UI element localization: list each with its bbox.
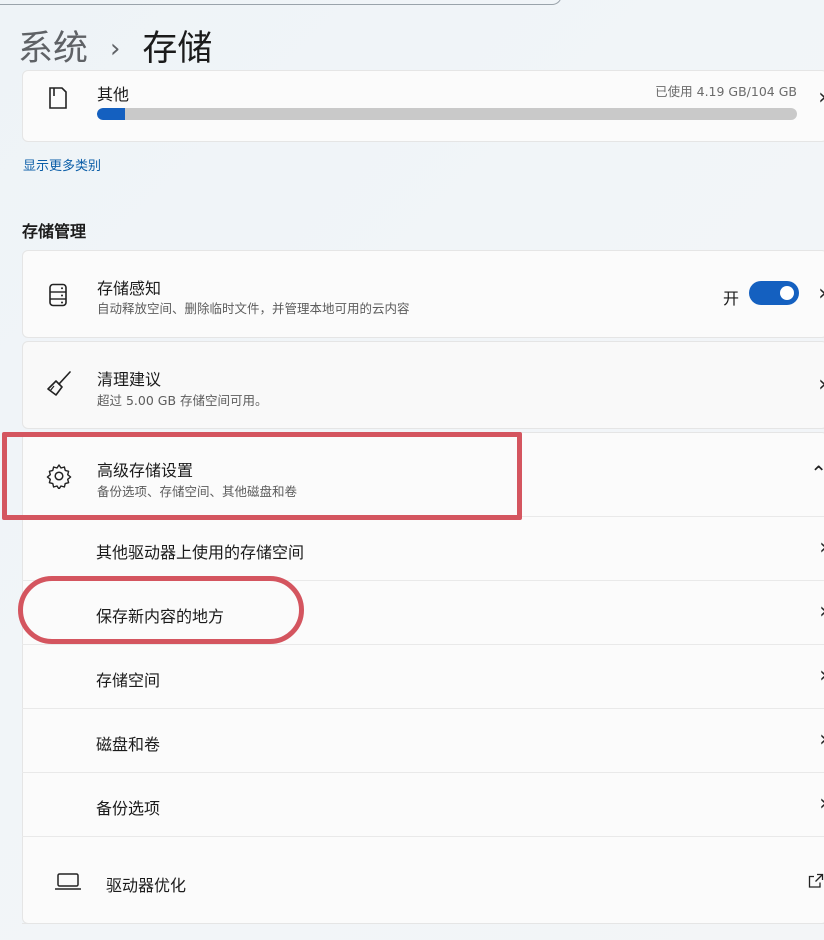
chevron-right-icon: › xyxy=(819,791,824,816)
list-item-storage-spaces[interactable]: 存储空间 › xyxy=(22,644,824,709)
show-more-categories-link[interactable]: 显示更多类别 xyxy=(23,155,101,174)
breadcrumb: 系统 › 存储 xyxy=(18,26,212,72)
cleanup-title: 清理建议 xyxy=(97,370,162,389)
storage-sense-icon xyxy=(49,283,67,307)
chevron-right-icon: › xyxy=(818,372,824,397)
chevron-right-icon: › xyxy=(819,663,824,688)
list-item-other-drives[interactable]: 其他驱动器上使用的存储空间 › xyxy=(22,516,824,581)
list-item-disks-volumes[interactable]: 磁盘和卷 › xyxy=(22,708,824,773)
toggle-label: 开 xyxy=(722,289,739,308)
phone-storage-icon xyxy=(49,87,67,109)
category-label: 其他 xyxy=(97,85,130,104)
chevron-right-icon: › xyxy=(819,727,824,752)
highlight-rectangle xyxy=(2,432,522,520)
list-item-label: 备份选项 xyxy=(96,799,161,818)
window-edge xyxy=(0,0,562,5)
page-title: 存储 xyxy=(142,29,213,69)
chevron-up-icon: ⌃ xyxy=(810,461,824,485)
category-other[interactable]: 其他 已使用 4.19 GB/104 GB › xyxy=(22,70,824,142)
cleanup-card[interactable]: 清理建议 超过 5.00 GB 存储空间可用。 › xyxy=(22,341,824,429)
laptop-icon xyxy=(55,873,81,890)
broom-icon xyxy=(47,371,71,396)
highlight-oval xyxy=(18,576,304,644)
chevron-right-icon: › xyxy=(819,535,824,560)
breadcrumb-separator: › xyxy=(110,34,121,64)
list-item-label: 磁盘和卷 xyxy=(96,735,161,754)
storage-sense-card[interactable]: 存储感知 自动释放空间、删除临时文件，并管理本地可用的云内容 开 › xyxy=(22,250,824,338)
category-usage: 已使用 4.19 GB/104 GB xyxy=(655,84,797,99)
usage-bar xyxy=(97,108,797,120)
storage-sense-subtitle: 自动释放空间、删除临时文件，并管理本地可用的云内容 xyxy=(97,301,410,316)
list-item-label: 驱动器优化 xyxy=(106,876,187,895)
list-item-label: 其他驱动器上使用的存储空间 xyxy=(96,543,305,562)
cleanup-subtitle: 超过 5.00 GB 存储空间可用。 xyxy=(97,393,268,408)
breadcrumb-parent[interactable]: 系统 xyxy=(18,26,88,72)
external-link-icon xyxy=(808,873,824,888)
usage-bar-fill xyxy=(97,108,125,120)
chevron-right-icon: › xyxy=(819,599,824,624)
storage-sense-toggle[interactable] xyxy=(749,281,799,305)
list-item-drive-optimization[interactable]: 驱动器优化 xyxy=(22,836,824,924)
list-item-backup-options[interactable]: 备份选项 › xyxy=(22,772,824,837)
list-item-label: 存储空间 xyxy=(96,671,161,690)
chevron-right-icon: › xyxy=(818,281,824,306)
section-title: 存储管理 xyxy=(22,222,87,241)
chevron-right-icon: › xyxy=(818,85,824,110)
storage-sense-title: 存储感知 xyxy=(97,279,162,298)
